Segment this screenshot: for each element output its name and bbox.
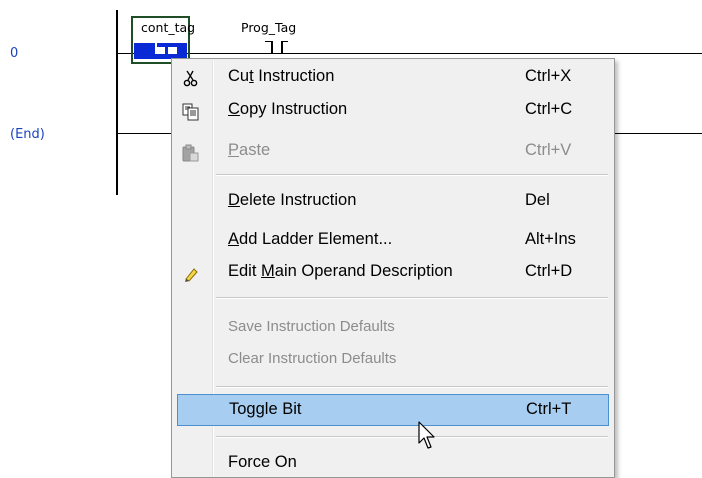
rung-number-0: 0 bbox=[10, 46, 19, 61]
copy-icon bbox=[182, 101, 200, 121]
menu-item-cut-instruction[interactable]: Cut Instruction Ctrl+X bbox=[174, 61, 612, 92]
mouse-cursor-icon bbox=[418, 421, 438, 451]
menu-item-save-instruction-defaults[interactable]: Save Instruction Defaults bbox=[174, 311, 612, 342]
shortcut: Del bbox=[525, 191, 550, 209]
menu-item-edit-main-operand-description[interactable]: Edit Main Operand Description Ctrl+D bbox=[174, 256, 612, 287]
context-menu: Cut Instruction Ctrl+X Copy Instruction … bbox=[171, 58, 615, 478]
menu-item-add-ladder-element[interactable]: Add Ladder Element... Alt+Ins bbox=[174, 224, 612, 255]
instruction-tag-label: cont_tag bbox=[141, 20, 196, 35]
shortcut: Ctrl+D bbox=[525, 262, 573, 280]
instruction-tag-label: Prog_Tag bbox=[241, 20, 297, 35]
contact-right-bar bbox=[281, 41, 283, 54]
menu-separator bbox=[216, 386, 608, 388]
rung-number-end: (End) bbox=[10, 127, 45, 142]
shortcut: Alt+Ins bbox=[525, 230, 576, 248]
selection-gap-left bbox=[156, 47, 165, 54]
shortcut: Ctrl+T bbox=[526, 400, 572, 418]
menu-item-toggle-bit[interactable]: Toggle Bit Ctrl+T bbox=[177, 394, 609, 426]
shortcut: Ctrl+X bbox=[525, 67, 572, 85]
left-power-rail bbox=[116, 10, 118, 195]
menu-item-paste[interactable]: Paste Ctrl+V bbox=[174, 135, 612, 166]
menu-item-force-on[interactable]: Force On bbox=[174, 447, 612, 478]
contact-bar bbox=[155, 40, 157, 54]
paste-icon bbox=[182, 142, 200, 162]
contact-right-tick bbox=[281, 41, 288, 42]
selection-gap-right bbox=[168, 47, 177, 54]
shortcut: Ctrl+V bbox=[525, 141, 572, 159]
menu-separator bbox=[216, 436, 608, 438]
menu-item-clear-instruction-defaults[interactable]: Clear Instruction Defaults bbox=[174, 343, 612, 374]
menu-separator bbox=[216, 297, 608, 299]
contact-left-bar bbox=[271, 41, 273, 54]
scissors-icon bbox=[182, 68, 200, 87]
menu-item-copy-instruction[interactable]: Copy Instruction Ctrl+C bbox=[174, 94, 612, 125]
rung-0-wire bbox=[117, 53, 702, 54]
pencil-icon bbox=[182, 263, 200, 282]
menu-item-delete-instruction[interactable]: Delete Instruction Del bbox=[174, 185, 612, 216]
menu-separator bbox=[216, 174, 608, 176]
contact-left-tick bbox=[265, 41, 272, 42]
shortcut: Ctrl+C bbox=[525, 100, 573, 118]
